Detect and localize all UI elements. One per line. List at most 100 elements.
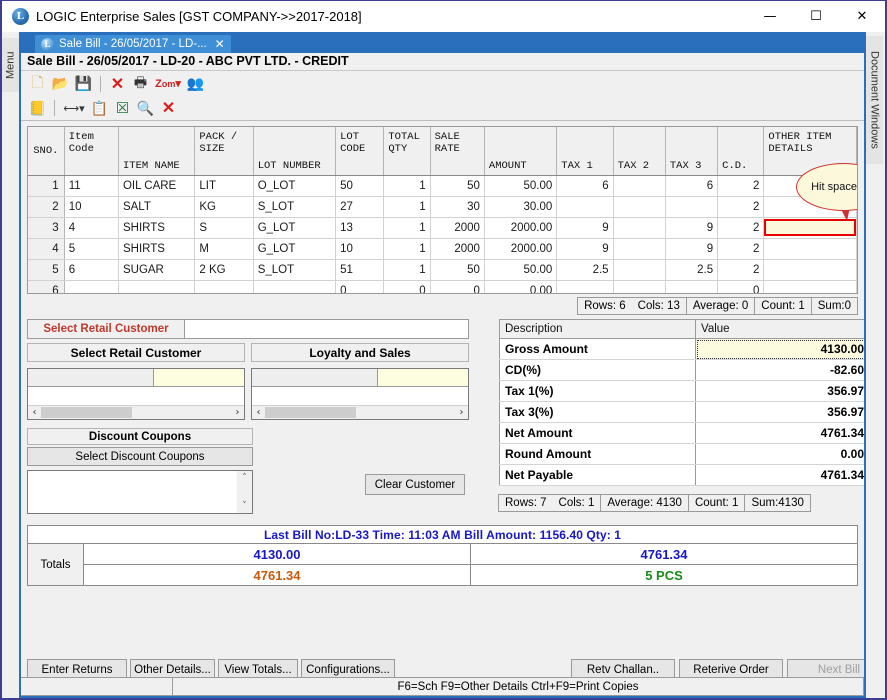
col-item-name[interactable]: ITEM NAME — [118, 127, 196, 176]
copy-icon[interactable]: 📋 — [89, 98, 110, 119]
cell-tax-1[interactable] — [556, 280, 614, 293]
retail-customer-lookup[interactable]: ‹ › — [27, 368, 245, 420]
col-cd[interactable]: C.D. — [717, 127, 765, 176]
cell-sale-rate[interactable]: 2000 — [430, 217, 485, 239]
cell-lot-number[interactable]: G_LOT — [253, 217, 337, 239]
col-tax-1[interactable]: TAX 1 — [556, 127, 614, 176]
cell-pack-size[interactable]: M — [194, 238, 254, 260]
cell-tax-1[interactable]: 6 — [556, 175, 614, 197]
export-excel-icon[interactable]: ☒ — [112, 98, 133, 119]
table-row[interactable]: 3 4 SHIRTS S G_LOT 13 1 2000 2000.00 9 9… — [28, 217, 857, 239]
document-windows-tab[interactable]: Document Windows — [866, 36, 883, 164]
cell-amount[interactable]: 2000.00 — [484, 217, 558, 239]
scroll-down-icon[interactable]: ˅ — [242, 501, 247, 513]
list-item[interactable]: Round Amount 0.00 — [499, 443, 864, 465]
retail-lookup-body[interactable] — [28, 387, 244, 405]
cell-lot-code[interactable]: 27 — [335, 196, 385, 218]
col-sale-rate[interactable]: SALE RATE — [430, 127, 485, 176]
resize-columns-icon[interactable]: ⟷▾ — [61, 98, 87, 119]
cell-lot-number[interactable]: S_LOT — [253, 196, 337, 218]
list-item[interactable]: CD(%) -82.60 — [499, 359, 864, 381]
cell-other-item-details[interactable] — [763, 280, 857, 293]
cell-cd[interactable]: 2 — [717, 175, 765, 197]
cell-amount[interactable]: 0.00 — [484, 280, 558, 293]
cell-item-code[interactable]: 5 — [64, 238, 119, 260]
close-button[interactable]: ✕ — [839, 1, 885, 32]
cell-total-qty[interactable]: 0 — [383, 280, 431, 293]
cell-tax-3[interactable] — [665, 196, 719, 218]
cell-cd[interactable]: 2 — [717, 238, 765, 260]
cell-item-code[interactable]: 10 — [64, 196, 119, 218]
cell-item-name[interactable]: SHIRTS — [118, 238, 196, 260]
cell-amount[interactable]: 2000.00 — [484, 238, 558, 260]
summary-value-tax-1[interactable]: 356.97 — [695, 380, 864, 402]
summary-value-tax-3[interactable]: 356.97 — [695, 401, 864, 423]
tab-sale-bill[interactable]: L Sale Bill - 26/05/2017 - LD-... ✕ — [34, 34, 232, 53]
cell-pack-size[interactable] — [194, 280, 254, 293]
cell-amount[interactable]: 30.00 — [484, 196, 558, 218]
loyalty-lookup-hscrollbar[interactable]: ‹ › — [252, 405, 468, 419]
cell-item-code[interactable]: 11 — [64, 175, 119, 197]
cell-tax-2[interactable] — [613, 259, 666, 281]
discount-coupons-list[interactable]: ˄ ˅ — [27, 470, 253, 514]
cell-lot-code[interactable]: 50 — [335, 175, 385, 197]
minimize-button[interactable]: — — [747, 1, 793, 32]
cell-sale-rate[interactable]: 50 — [430, 175, 485, 197]
scroll-up-icon[interactable]: ˄ — [242, 471, 247, 483]
cell-amount[interactable]: 50.00 — [484, 175, 558, 197]
cell-sale-rate[interactable]: 2000 — [430, 238, 485, 260]
loyalty-lookup[interactable]: ‹ › — [251, 368, 469, 420]
list-item[interactable]: Tax 1(%) 356.97 — [499, 380, 864, 402]
col-amount[interactable]: AMOUNT — [484, 127, 558, 176]
cell-other-item-details[interactable] — [763, 259, 857, 281]
cell-item-code[interactable]: 4 — [64, 217, 119, 239]
cell-other-item-details[interactable] — [763, 238, 857, 260]
scroll-thumb[interactable] — [265, 407, 356, 418]
discount-coupons-vscrollbar[interactable]: ˄ ˅ — [237, 471, 252, 513]
tab-close-icon[interactable]: ✕ — [215, 37, 225, 51]
list-item[interactable]: Net Payable 4761.34 — [499, 464, 864, 486]
table-row[interactable]: 1 11 OIL CARE LIT O_LOT 50 1 50 50.00 6 … — [28, 175, 857, 197]
cell-tax-2[interactable] — [613, 196, 666, 218]
retail-customer-input[interactable] — [185, 319, 469, 339]
cell-pack-size[interactable]: 2 KG — [194, 259, 254, 281]
cell-tax-3[interactable]: 9 — [665, 238, 719, 260]
scroll-right-icon[interactable]: › — [231, 407, 244, 418]
cell-item-name[interactable]: OIL CARE — [118, 175, 196, 197]
cell-tax-3[interactable]: 6 — [665, 175, 719, 197]
cell-total-qty[interactable]: 1 — [383, 196, 431, 218]
find-icon[interactable]: 🔍 — [135, 98, 156, 119]
cell-cd[interactable]: 2 — [717, 217, 765, 239]
table-row[interactable]: 2 10 SALT KG S_LOT 27 1 30 30.00 2 — [28, 196, 857, 218]
cell-tax-1[interactable]: 9 — [556, 217, 614, 239]
select-retail-customer-button[interactable]: Select Retail Customer — [27, 319, 185, 339]
cell-tax-2[interactable] — [613, 175, 666, 197]
delete-icon[interactable]: ✕ — [107, 73, 128, 94]
select-discount-coupons-button[interactable]: Select Discount Coupons — [27, 447, 253, 466]
cell-total-qty[interactable]: 1 — [383, 175, 431, 197]
loyalty-lookup-value-cell[interactable] — [378, 369, 468, 386]
cell-sale-rate[interactable]: 30 — [430, 196, 485, 218]
cell-item-name[interactable]: SHIRTS — [118, 217, 196, 239]
cell-lot-number[interactable] — [253, 280, 337, 293]
cell-cd[interactable]: 2 — [717, 196, 765, 218]
col-total-qty[interactable]: TOTAL QTY — [383, 127, 431, 176]
maximize-button[interactable]: ☐ — [793, 1, 839, 32]
table-row[interactable]: 4 5 SHIRTS M G_LOT 10 1 2000 2000.00 9 9… — [28, 238, 857, 260]
open-folder-icon[interactable]: 📂 — [50, 73, 71, 94]
list-item[interactable]: Net Amount 4761.34 — [499, 422, 864, 444]
users-icon[interactable]: 👥 — [185, 73, 206, 94]
cell-item-code[interactable] — [64, 280, 119, 293]
col-item-code[interactable]: Item Code — [64, 127, 119, 176]
retail-lookup-hscrollbar[interactable]: ‹ › — [28, 405, 244, 419]
cell-total-qty[interactable]: 1 — [383, 217, 431, 239]
cell-pack-size[interactable]: KG — [194, 196, 254, 218]
cell-lot-code[interactable]: 10 — [335, 238, 385, 260]
table-row[interactable]: 6 0 0 0 0.00 0 — [28, 280, 857, 293]
cell-tax-2[interactable] — [613, 238, 666, 260]
summary-value-net-amount[interactable]: 4761.34 — [695, 422, 864, 444]
col-lot-number[interactable]: LOT NUMBER — [253, 127, 337, 176]
list-item[interactable]: Tax 3(%) 356.97 — [499, 401, 864, 423]
col-tax-3[interactable]: TAX 3 — [665, 127, 719, 176]
cell-tax-1[interactable] — [556, 196, 614, 218]
